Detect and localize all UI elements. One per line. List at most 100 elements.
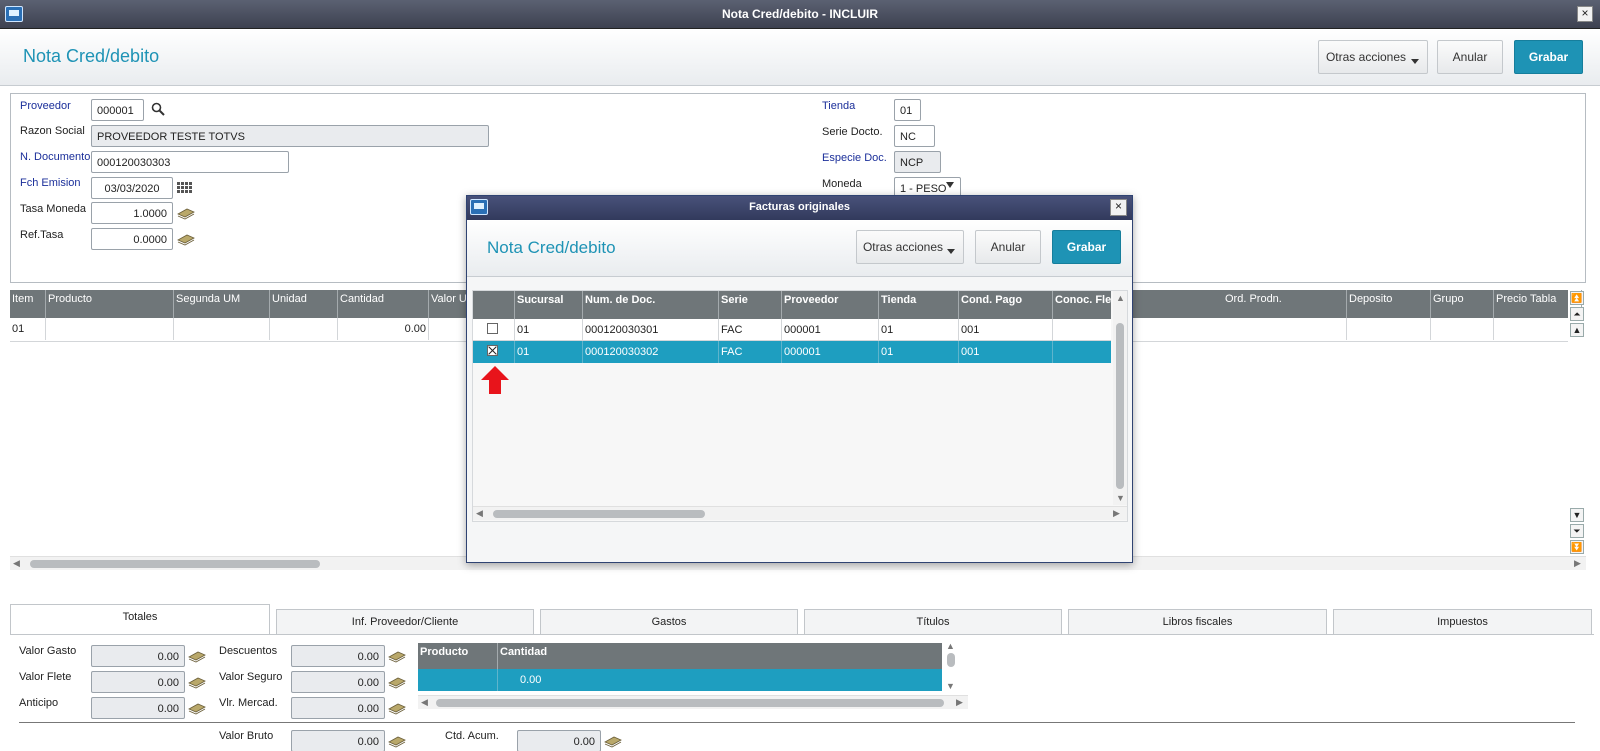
razon-social-field[interactable]: PROVEEDOR TESTE TOTVS [91,125,489,147]
grabar-button[interactable]: Grabar [1514,40,1583,74]
vlr-mercad-field[interactable]: 0.00 [291,697,385,719]
tienda-label: Tienda [822,100,856,112]
facturas-hscroll[interactable]: ◀ ▶ [473,506,1127,520]
row-checkbox[interactable] [487,323,498,334]
scroll-right-icon[interactable]: ▶ [1574,558,1581,569]
money-icon[interactable] [388,701,406,715]
tab-totales[interactable]: Totales [10,604,270,634]
hscroll-thumb[interactable] [436,699,944,707]
search-icon[interactable] [151,102,165,116]
serie-docto-field[interactable]: NC [894,125,935,147]
money-icon[interactable] [188,649,206,663]
valor-flete-field[interactable]: 0.00 [91,671,185,693]
tienda-field[interactable]: 01 [894,99,921,121]
scroll-left-icon[interactable]: ◀ [476,508,483,519]
money-icon[interactable] [188,675,206,689]
money-icon[interactable] [388,675,406,689]
col-mini-cantidad[interactable]: Cantidad [498,643,942,669]
col-mini-producto[interactable]: Producto [418,643,498,669]
scroll-first-icon[interactable]: ⏫ [1570,291,1584,305]
col-ord-prodn[interactable]: Ord. Prodn. [1223,290,1347,318]
tab-libros-fiscales[interactable]: Libros fiscales [1068,609,1327,635]
dialog-otras-acciones-button[interactable]: Otras acciones [856,230,964,264]
scroll-down-icon[interactable]: ▼ [946,681,955,691]
money-icon[interactable] [604,734,622,748]
scroll-up-icon[interactable]: ▲ [1570,323,1584,337]
scroll-page-down-icon[interactable]: ⏷ [1570,524,1584,538]
hscroll-thumb[interactable] [30,560,320,568]
chevron-down-icon [1411,59,1419,64]
valor-flete-label: Valor Flete [19,671,72,683]
col-serie[interactable]: Serie [719,291,782,319]
anular-button[interactable]: Anular [1437,40,1503,74]
col-segunda-um[interactable]: Segunda UM [174,290,270,318]
col-num-doc[interactable]: Num. de Doc. [583,291,719,319]
fch-emision-field[interactable]: 03/03/2020 [91,177,173,199]
tab-gastos[interactable]: Gastos [540,609,798,635]
proveedor-field[interactable]: 000001 [91,99,144,121]
table-row[interactable]: 0.00 [418,669,942,691]
scroll-page-up-icon[interactable]: ⏶ [1570,307,1584,321]
hscroll-thumb[interactable] [493,510,705,518]
vlr-mercad-label: Vlr. Mercad. [219,697,278,709]
money-icon[interactable] [177,232,195,246]
table-row-selected[interactable]: 01 000120030302 FAC 000001 01 001 [473,341,1111,363]
tab-impuestos[interactable]: Impuestos [1333,609,1592,635]
n-documento-field[interactable]: 000120030303 [91,151,289,173]
scroll-down-icon[interactable]: ▼ [1570,508,1584,522]
vscroll-thumb[interactable] [1116,323,1124,489]
especie-doc-field[interactable]: NCP [894,151,941,173]
ref-tasa-field[interactable]: 0.0000 [91,228,173,250]
valor-bruto-field[interactable]: 0.00 [291,730,385,751]
col-conoc-fle[interactable]: Conoc. Fle [1053,291,1111,319]
col-sucursal[interactable]: Sucursal [515,291,583,319]
dialog-close-icon[interactable]: × [1110,199,1127,216]
scroll-up-icon[interactable]: ▲ [1116,293,1125,303]
scroll-left-icon[interactable]: ◀ [421,697,428,708]
money-icon[interactable] [388,734,406,748]
moneda-chevron-down-icon[interactable] [946,182,954,188]
n-documento-label: N. Documento [20,151,91,163]
dialog-grabar-button[interactable]: Grabar [1052,230,1121,264]
col-proveedor[interactable]: Proveedor [782,291,879,319]
col-precio-tabla[interactable]: Precio Tabla [1494,290,1582,318]
dialog-anular-button[interactable]: Anular [975,230,1041,264]
cell-conoc-fle [1053,341,1111,363]
row-checkbox-checked[interactable] [487,345,498,356]
scroll-up-icon[interactable]: ▲ [946,641,955,651]
scroll-down-icon[interactable]: ▼ [1116,493,1125,503]
col-item[interactable]: Item [10,290,46,318]
table-row[interactable]: 01 000120030301 FAC 000001 01 001 [473,319,1111,341]
scroll-right-icon[interactable]: ▶ [1113,508,1120,519]
facturas-vscroll[interactable]: ▲ ▼ [1113,291,1127,505]
money-icon[interactable] [388,649,406,663]
calendar-icon[interactable] [177,181,193,195]
window-close-icon[interactable]: × [1577,6,1593,22]
vscroll-thumb[interactable] [947,653,955,667]
col-deposito[interactable]: Deposito [1347,290,1431,318]
col-unidad[interactable]: Unidad [270,290,338,318]
mini-grid-hscroll[interactable]: ◀ ▶ [418,695,968,709]
col-tienda[interactable]: Tienda [879,291,959,319]
ctd-acum-field[interactable]: 0.00 [517,730,601,751]
col-cantidad[interactable]: Cantidad [338,290,429,318]
col-valor-u[interactable]: Valor U [429,290,469,318]
col-producto[interactable]: Producto [46,290,174,318]
tasa-moneda-field[interactable]: 1.0000 [91,202,173,224]
valor-seguro-label: Valor Seguro [219,671,283,683]
otras-acciones-button[interactable]: Otras acciones [1318,40,1428,74]
ctd-acum-label: Ctd. Acum. [445,730,499,742]
anticipo-field[interactable]: 0.00 [91,697,185,719]
col-cond-pago[interactable]: Cond. Pago [959,291,1053,319]
descuentos-field[interactable]: 0.00 [291,645,385,667]
scroll-left-icon[interactable]: ◀ [13,558,20,569]
scroll-right-icon[interactable]: ▶ [956,697,963,708]
money-icon[interactable] [188,701,206,715]
valor-gasto-field[interactable]: 0.00 [91,645,185,667]
scroll-last-icon[interactable]: ⏬ [1570,540,1584,554]
col-grupo[interactable]: Grupo [1431,290,1494,318]
money-icon[interactable] [177,206,195,220]
tab-inf-proveedor[interactable]: Inf. Proveedor/Cliente [276,609,534,635]
valor-seguro-field[interactable]: 0.00 [291,671,385,693]
tab-titulos[interactable]: Títulos [804,609,1062,635]
